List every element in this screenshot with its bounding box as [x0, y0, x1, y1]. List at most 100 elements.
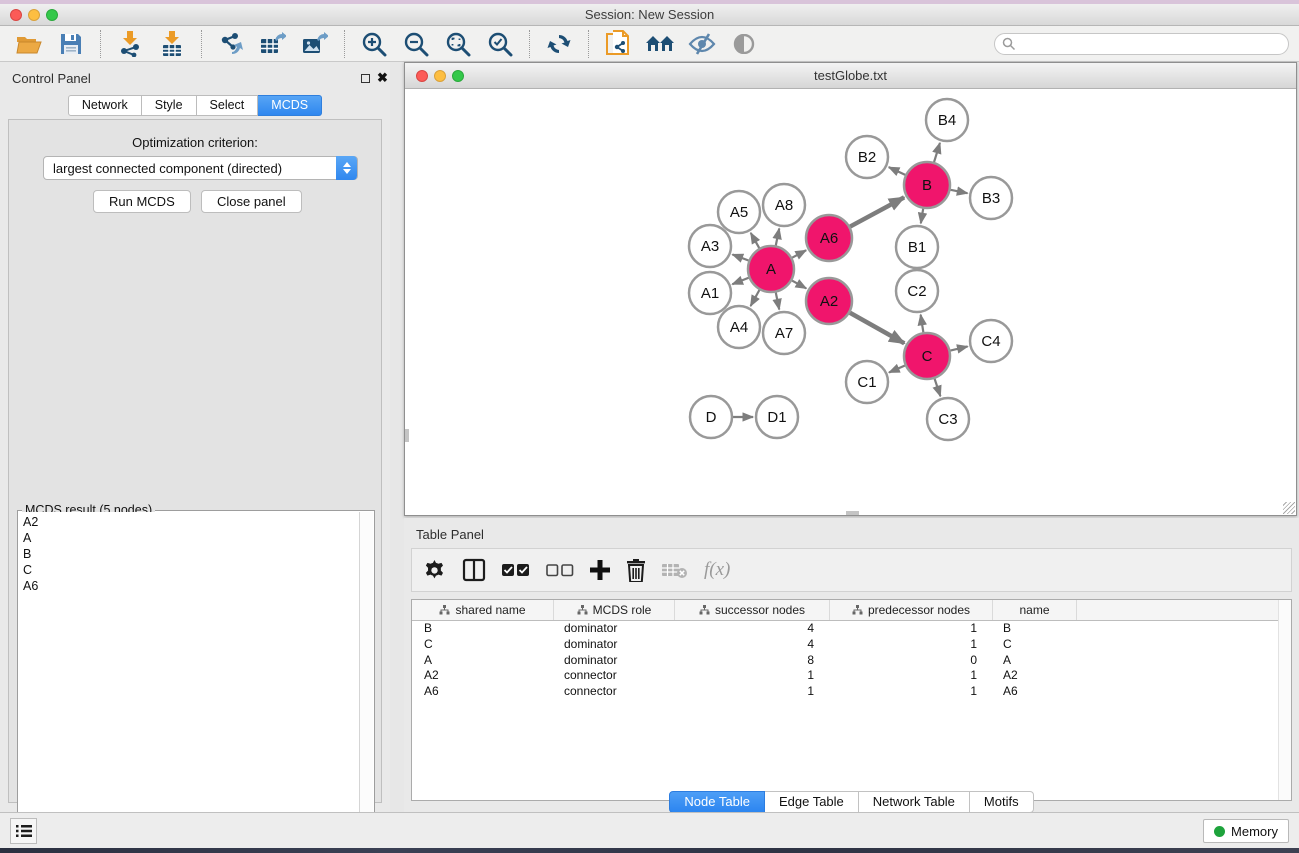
- table-cell[interactable]: 1: [830, 637, 993, 653]
- import-table-icon[interactable]: [157, 30, 187, 58]
- table-cell[interactable]: A2: [412, 668, 554, 684]
- search-box[interactable]: [994, 33, 1289, 55]
- graph-edge-C-C3[interactable]: [935, 379, 941, 396]
- network-canvas[interactable]: B4B2BB3A8A5A6A3B1AC2A1A2A4A7C4CC1DD1C3: [405, 89, 1296, 516]
- table-cell[interactable]: A6: [993, 684, 1077, 700]
- close-panel-icon[interactable]: ✖: [377, 70, 388, 86]
- column-header-successor-nodes[interactable]: successor nodes: [675, 600, 830, 620]
- gear-icon[interactable]: [424, 556, 446, 584]
- graph-edge-C-C1[interactable]: [889, 366, 905, 373]
- network-window-titlebar[interactable]: testGlobe.txt: [405, 63, 1296, 89]
- open-session-icon[interactable]: [14, 30, 44, 58]
- table-cell[interactable]: 8: [675, 653, 830, 669]
- new-network-from-selection-icon[interactable]: [603, 30, 633, 58]
- add-icon[interactable]: [590, 556, 610, 584]
- network-horizontal-scrollbar[interactable]: [846, 511, 859, 515]
- tab-edge-table[interactable]: Edge Table: [765, 791, 859, 813]
- graph-edge-B-B3[interactable]: [951, 190, 968, 193]
- table-cell[interactable]: connector: [554, 684, 675, 700]
- graph-node-B3[interactable]: B3: [970, 177, 1012, 219]
- graph-node-A7[interactable]: A7: [763, 312, 805, 354]
- zoom-in-icon[interactable]: [359, 30, 389, 58]
- graph-node-B[interactable]: B: [904, 162, 950, 208]
- graph-edge-A-A5[interactable]: [751, 233, 760, 248]
- mcds-result-item[interactable]: A2: [19, 514, 359, 530]
- zoom-selected-icon[interactable]: [485, 30, 515, 58]
- graph-node-A5[interactable]: A5: [718, 191, 760, 233]
- graph-edge-A6-B[interactable]: [850, 197, 904, 226]
- graph-edge-B-B4[interactable]: [934, 143, 940, 162]
- tab-style[interactable]: Style: [142, 95, 197, 116]
- column-header-mcds-role[interactable]: MCDS role: [554, 600, 675, 620]
- graph-edge-A-A2[interactable]: [792, 281, 806, 289]
- memory-button[interactable]: Memory: [1203, 819, 1289, 843]
- graph-edge-C-C2[interactable]: [921, 315, 924, 333]
- mcds-result-scrollbar[interactable]: [359, 512, 373, 848]
- column-header-shared-name[interactable]: shared name: [412, 600, 554, 620]
- graph-edge-A-A1[interactable]: [732, 278, 748, 284]
- table-row[interactable]: Cdominator41C: [412, 637, 1291, 653]
- table-row[interactable]: A6connector11A6: [412, 684, 1291, 700]
- table-cell[interactable]: 1: [675, 668, 830, 684]
- table-cell[interactable]: dominator: [554, 621, 675, 637]
- table-cell[interactable]: connector: [554, 668, 675, 684]
- mcds-result-list[interactable]: A2ABCA6: [19, 512, 359, 848]
- table-cell[interactable]: B: [993, 621, 1077, 637]
- mcds-result-item[interactable]: A6: [19, 578, 359, 594]
- import-network-icon[interactable]: [115, 30, 145, 58]
- table-cell[interactable]: [1077, 637, 1291, 653]
- tab-network[interactable]: Network: [68, 95, 142, 116]
- table-cell[interactable]: 1: [830, 668, 993, 684]
- graph-node-D1[interactable]: D1: [756, 396, 798, 438]
- graph-node-B4[interactable]: B4: [926, 99, 968, 141]
- optimization-criterion-dropdown[interactable]: largest connected component (directed): [43, 156, 358, 180]
- table-cell[interactable]: A: [993, 653, 1077, 669]
- table-cell[interactable]: dominator: [554, 653, 675, 669]
- graph-node-C2[interactable]: C2: [896, 270, 938, 312]
- show-all-icon[interactable]: [729, 30, 759, 58]
- graph-node-A8[interactable]: A8: [763, 184, 805, 226]
- graph-edge-A-A4[interactable]: [751, 290, 760, 306]
- table-cell[interactable]: [1077, 653, 1291, 669]
- network-vertical-scrollbar[interactable]: [405, 429, 409, 442]
- table-cell[interactable]: A: [412, 653, 554, 669]
- table-cell[interactable]: 4: [675, 621, 830, 637]
- close-panel-button[interactable]: Close panel: [201, 190, 302, 213]
- table-cell[interactable]: 1: [830, 684, 993, 700]
- column-header-predecessor-nodes[interactable]: predecessor nodes: [830, 600, 993, 620]
- trash-icon[interactable]: [626, 556, 646, 584]
- graph-edge-B-B1[interactable]: [921, 209, 923, 224]
- export-image-icon[interactable]: [300, 30, 330, 58]
- resize-grip-icon[interactable]: [1283, 502, 1295, 514]
- graph-edge-B-B2[interactable]: [889, 167, 906, 175]
- mcds-result-item[interactable]: C: [19, 562, 359, 578]
- houses-icon[interactable]: [645, 30, 675, 58]
- deselect-all-icon[interactable]: [546, 556, 574, 584]
- mcds-result-item[interactable]: A: [19, 530, 359, 546]
- graph-edge-A-A8[interactable]: [776, 229, 779, 246]
- graph-node-A1[interactable]: A1: [689, 272, 731, 314]
- graph-node-C4[interactable]: C4: [970, 320, 1012, 362]
- graph-edge-A2-C[interactable]: [850, 313, 904, 344]
- select-all-icon[interactable]: [502, 556, 530, 584]
- table-cell[interactable]: [1077, 621, 1291, 637]
- run-mcds-button[interactable]: Run MCDS: [93, 190, 191, 213]
- hide-selected-icon[interactable]: [687, 30, 717, 58]
- zoom-out-icon[interactable]: [401, 30, 431, 58]
- table-cell[interactable]: C: [412, 637, 554, 653]
- table-row[interactable]: Adominator80A: [412, 653, 1291, 669]
- table-cell[interactable]: 1: [830, 621, 993, 637]
- graph-edge-A-A7[interactable]: [776, 293, 779, 310]
- graph-node-A2[interactable]: A2: [806, 278, 852, 324]
- table-cell[interactable]: 1: [675, 684, 830, 700]
- tab-select[interactable]: Select: [197, 95, 259, 116]
- tab-network-table[interactable]: Network Table: [859, 791, 970, 813]
- table-cell[interactable]: A2: [993, 668, 1077, 684]
- graph-node-C1[interactable]: C1: [846, 361, 888, 403]
- mcds-result-item[interactable]: B: [19, 546, 359, 562]
- export-table-icon[interactable]: [258, 30, 288, 58]
- save-session-icon[interactable]: [56, 30, 86, 58]
- table-cell[interactable]: B: [412, 621, 554, 637]
- graph-node-A4[interactable]: A4: [718, 306, 760, 348]
- split-columns-icon[interactable]: [462, 556, 486, 584]
